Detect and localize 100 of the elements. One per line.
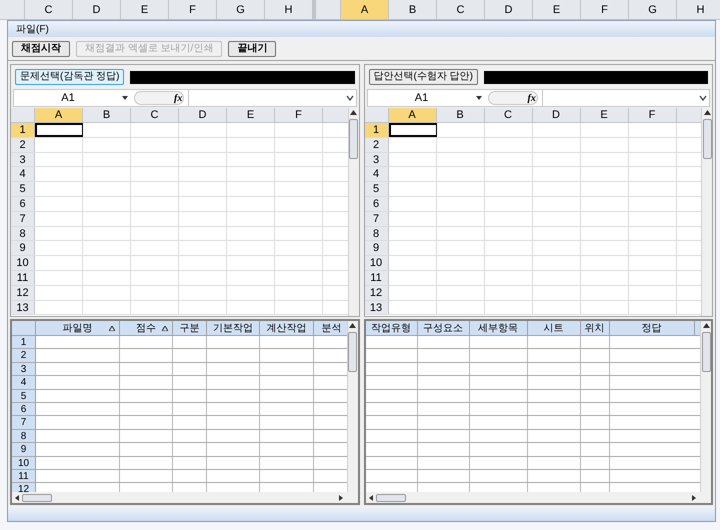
- caret-icon[interactable]: [476, 96, 482, 100]
- name-box[interactable]: A1: [14, 90, 122, 106]
- name-box[interactable]: A1: [368, 90, 476, 106]
- scroll-left-icon[interactable]: [368, 494, 372, 500]
- row-header[interactable]: 12: [11, 286, 35, 300]
- vertical-scrollbar[interactable]: [700, 321, 711, 492]
- column-header[interactable]: 구성요소: [418, 321, 470, 335]
- row-header[interactable]: 6: [364, 196, 388, 211]
- toolbar-button[interactable]: 끝내기: [228, 40, 276, 56]
- scroll-thumb[interactable]: [22, 494, 52, 502]
- scroll-left-icon[interactable]: [15, 494, 19, 500]
- vertical-scrollbar[interactable]: [348, 108, 358, 316]
- scroll-up-icon[interactable]: [704, 110, 710, 115]
- dropdown-icon[interactable]: [344, 93, 354, 103]
- column-header[interactable]: H: [676, 0, 720, 19]
- column-header[interactable]: D: [532, 108, 580, 122]
- sort-icon[interactable]: [109, 326, 115, 330]
- select-file-button[interactable]: 문제선택(감독관 정답): [15, 69, 124, 85]
- fx-label[interactable]: fx: [528, 90, 536, 106]
- scroll-right-icon[interactable]: [692, 494, 696, 500]
- row-header[interactable]: 11: [364, 270, 388, 285]
- column-header[interactable]: A: [340, 0, 388, 19]
- row-header[interactable]: 7: [364, 212, 388, 226]
- row-header[interactable]: 4: [364, 167, 388, 182]
- row-header[interactable]: 10: [11, 256, 35, 270]
- column-header[interactable]: 작업유형: [366, 321, 418, 335]
- column-header[interactable]: G: [216, 0, 264, 19]
- row-header[interactable]: 9: [364, 241, 388, 256]
- horizontal-scrollbar[interactable]: [12, 492, 358, 503]
- column-header[interactable]: 분석: [314, 321, 346, 335]
- scroll-thumb[interactable]: [702, 119, 712, 159]
- oval-handle[interactable]: [134, 91, 184, 105]
- column-header[interactable]: C: [131, 108, 179, 122]
- row-header[interactable]: 3: [11, 152, 35, 166]
- dropdown-icon[interactable]: [698, 93, 708, 103]
- scroll-right-icon[interactable]: [338, 494, 342, 500]
- column-header[interactable]: 세부항목: [470, 321, 528, 335]
- column-header[interactable]: 계산작업: [260, 321, 314, 335]
- row-header[interactable]: 8: [364, 226, 388, 240]
- vertical-scrollbar[interactable]: [346, 321, 358, 492]
- column-header[interactable]: 정답: [610, 321, 694, 335]
- row-header[interactable]: 10: [364, 256, 388, 270]
- column-header[interactable]: A: [35, 108, 83, 122]
- row-header[interactable]: 9: [11, 241, 35, 256]
- column-header[interactable]: 위치: [580, 321, 610, 335]
- row-header[interactable]: 1: [11, 123, 35, 137]
- column-header[interactable]: F: [580, 0, 628, 19]
- column-header[interactable]: E: [580, 108, 628, 122]
- menu-item[interactable]: 파일(F): [16, 22, 49, 36]
- scroll-thumb[interactable]: [349, 119, 358, 159]
- select-file-button[interactable]: 답안선택(수험자 답안): [368, 69, 478, 85]
- row-header[interactable]: 13: [364, 300, 388, 314]
- active-cell[interactable]: [388, 123, 436, 137]
- column-header[interactable]: A: [388, 108, 436, 122]
- column-header[interactable]: B: [436, 108, 484, 122]
- column-header[interactable]: F: [628, 108, 676, 122]
- column-header[interactable]: B: [83, 108, 131, 122]
- scroll-thumb[interactable]: [376, 494, 406, 502]
- column-header[interactable]: E: [227, 108, 275, 122]
- column-header[interactable]: 시트: [528, 321, 580, 335]
- row-header[interactable]: 2: [364, 138, 388, 152]
- column-header[interactable]: D: [72, 0, 120, 19]
- column-header[interactable]: F: [168, 0, 216, 19]
- vertical-scrollbar[interactable]: [701, 108, 712, 316]
- column-header[interactable]: D: [179, 108, 227, 122]
- horizontal-scrollbar[interactable]: [366, 492, 711, 503]
- toolbar-button[interactable]: 채점시작: [12, 40, 70, 56]
- column-header[interactable]: 파일명: [36, 321, 120, 335]
- column-header[interactable]: 점수: [120, 321, 173, 335]
- column-header[interactable]: D: [484, 0, 532, 19]
- active-cell[interactable]: [35, 123, 83, 137]
- column-header[interactable]: E: [120, 0, 168, 19]
- row-header[interactable]: 13: [11, 300, 35, 314]
- scroll-thumb[interactable]: [702, 332, 710, 372]
- fx-label[interactable]: fx: [174, 90, 182, 106]
- row-header[interactable]: 2: [11, 138, 35, 152]
- caret-icon[interactable]: [122, 96, 128, 100]
- column-header[interactable]: C: [484, 108, 532, 122]
- scroll-thumb[interactable]: [348, 332, 357, 372]
- row-header[interactable]: 5: [364, 182, 388, 196]
- row-header[interactable]: 7: [11, 212, 35, 226]
- scroll-up-icon[interactable]: [349, 323, 356, 328]
- row-header[interactable]: 5: [11, 182, 35, 196]
- column-header[interactable]: 구분: [173, 321, 207, 335]
- scroll-up-icon[interactable]: [350, 110, 357, 115]
- row-header[interactable]: 11: [11, 270, 35, 285]
- row-header[interactable]: 3: [364, 152, 388, 166]
- scroll-up-icon[interactable]: [702, 323, 710, 328]
- oval-handle[interactable]: [488, 91, 538, 105]
- row-header[interactable]: 6: [11, 196, 35, 211]
- column-header[interactable]: F: [275, 108, 323, 122]
- column-header[interactable]: E: [532, 0, 580, 19]
- row-header[interactable]: 1: [364, 123, 388, 137]
- column-header[interactable]: G: [628, 0, 676, 19]
- column-header[interactable]: 기본작업: [207, 321, 260, 335]
- row-header[interactable]: 8: [11, 226, 35, 240]
- column-header[interactable]: C: [436, 0, 484, 19]
- column-header[interactable]: B: [388, 0, 436, 19]
- row-header[interactable]: 12: [364, 286, 388, 300]
- row-header[interactable]: 4: [11, 167, 35, 182]
